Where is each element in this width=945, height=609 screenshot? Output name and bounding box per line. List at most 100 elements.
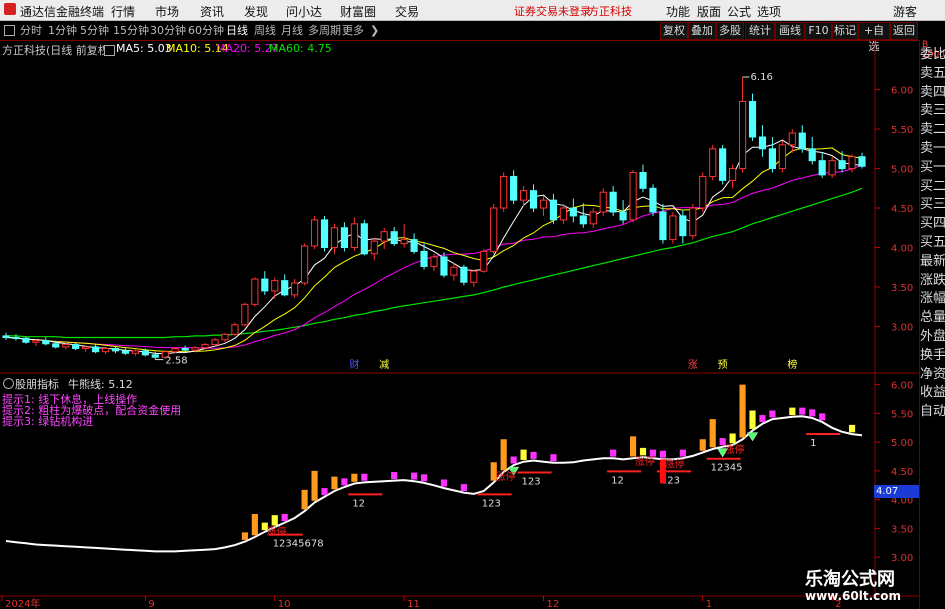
period-tab-8[interactable]: 月线 [281, 23, 303, 38]
period-tab-10[interactable]: 更多 [342, 23, 364, 38]
toolbar-button-5[interactable]: F10 [805, 22, 832, 40]
candle-body [360, 223, 368, 255]
period-tab-2[interactable]: 5分钟 [80, 23, 109, 38]
menu-right-item-4[interactable]: 游客 [893, 3, 917, 20]
side-panel-item-6[interactable]: 买一 [920, 159, 945, 177]
side-panel-item-16[interactable]: 换手 [920, 347, 945, 365]
toolbar-button-2[interactable]: 多股 [716, 22, 744, 40]
count-label-3: 123 [522, 477, 541, 488]
candle-body [699, 175, 707, 209]
side-panel-item-15[interactable]: 外盘 [920, 328, 945, 346]
menu-right-item-1[interactable]: 版面 [697, 3, 721, 20]
candle-body [709, 148, 717, 177]
menu-item-5[interactable]: 财富圈 [340, 3, 376, 20]
limit-up-label-0: 涨停 [267, 525, 287, 538]
side-panel-item-5[interactable]: 卖一 [920, 140, 945, 158]
candle-body [171, 348, 179, 353]
broker-link[interactable]: 方正科技 [588, 3, 632, 19]
candle-body [738, 100, 747, 170]
menu-right-item-3[interactable]: 选项 [757, 3, 781, 20]
event-marker-1[interactable]: 减 [379, 359, 389, 371]
candle-body [510, 175, 518, 201]
side-panel-item-19[interactable]: 自动 [920, 403, 945, 421]
login-warning[interactable]: 证券交易未登录 [514, 3, 591, 19]
candle-body [519, 190, 528, 201]
period-tab-7[interactable]: 周线 [254, 23, 276, 38]
candle-body [301, 245, 309, 284]
side-panel-item-17[interactable]: 净资 [920, 366, 945, 384]
warn-bar [391, 472, 398, 480]
warn-bar [341, 478, 348, 486]
candle-body [211, 339, 219, 346]
signal-bar [789, 407, 796, 416]
side-panel-item-4[interactable]: 卖二 [920, 121, 945, 139]
warn-bar [361, 473, 368, 481]
side-panel-item-7[interactable]: 买二 [920, 178, 945, 196]
toolbar-button-1[interactable]: 叠加 [688, 22, 716, 40]
menu-item-4[interactable]: 问小达 [286, 3, 322, 20]
period-tab-4[interactable]: 30分钟 [150, 23, 186, 38]
more-chevron-icon[interactable]: ❯ [370, 23, 379, 38]
toolbar-toggle-checkbox[interactable] [4, 25, 15, 36]
side-panel-item-13[interactable]: 涨幅 [920, 290, 945, 308]
side-panel-item-14[interactable]: 总量 [920, 309, 945, 327]
candle-body [42, 340, 50, 345]
warn-bar [759, 415, 766, 423]
candle-body [32, 340, 40, 343]
candle-body [858, 156, 866, 167]
side-panel-item-8[interactable]: 买三 [920, 196, 945, 214]
menu-right-item-0[interactable]: 功能 [666, 3, 690, 20]
period-tab-9[interactable]: 多周期 [308, 23, 341, 38]
candle-body [748, 100, 757, 138]
period-tab-6[interactable]: 日线 [226, 23, 248, 38]
signal-bar [251, 514, 258, 536]
candle-body [808, 148, 816, 162]
menu-item-0[interactable]: 行情 [111, 3, 135, 20]
limit-up-label-2: 涨停 [635, 455, 655, 468]
menu-item-3[interactable]: 发现 [244, 3, 268, 20]
candle-body [569, 207, 577, 217]
signal-bar [729, 433, 736, 444]
low-price-label: 2.58 [165, 356, 187, 367]
toolbar-button-0[interactable]: 复权 [660, 22, 688, 40]
candle-body [111, 348, 120, 352]
main-ytick-label: 3.50 [891, 283, 913, 294]
menu-right-item-2[interactable]: 公式 [727, 3, 751, 20]
menu-item-2[interactable]: 资讯 [200, 3, 224, 20]
kline-chart[interactable]: 3.003.504.004.505.005.506.003.003.504.00… [0, 40, 919, 609]
signal-bar [848, 424, 856, 433]
candle-body [121, 350, 130, 354]
event-marker-4[interactable]: 榜 [787, 358, 797, 371]
side-panel-item-3[interactable]: 卖三 [920, 102, 945, 120]
candle-body [101, 348, 110, 353]
period-tab-0[interactable]: 分时 [20, 23, 42, 38]
candle-body [340, 227, 349, 248]
side-panel-item-10[interactable]: 买五 [920, 234, 945, 252]
period-tab-5[interactable]: 60分钟 [188, 23, 224, 38]
toolbar-button-6[interactable]: 标记 [832, 22, 858, 40]
period-tab-3[interactable]: 15分钟 [113, 23, 149, 38]
side-panel-item-12[interactable]: 涨跌 [920, 272, 945, 290]
menu-item-1[interactable]: 市场 [155, 3, 179, 20]
signal-bar [739, 384, 746, 438]
candle-body [559, 207, 567, 221]
event-marker-0[interactable]: 财 [349, 358, 359, 371]
xtick-label-4: 12 [546, 599, 559, 609]
event-marker-2[interactable]: 涨 [688, 359, 698, 371]
period-tab-1[interactable]: 1分钟 [48, 23, 77, 38]
side-panel-item-9[interactable]: 买四 [920, 215, 945, 233]
side-panel-item-2[interactable]: 卖四 [920, 84, 945, 102]
xtick-label-1: 9 [148, 599, 154, 609]
toolbar-button-4[interactable]: 画线 [775, 22, 805, 40]
toolbar-button-3[interactable]: 统计 [745, 22, 775, 40]
side-panel-item-11[interactable]: 最新 [920, 253, 945, 271]
menu-item-6[interactable]: 交易 [395, 3, 419, 20]
toolbar-button-8[interactable]: 返回 [890, 22, 918, 40]
side-panel-item-0[interactable]: 委比 [920, 46, 945, 64]
side-panel-item-18[interactable]: 收益 [920, 384, 945, 402]
signal-bar [709, 419, 716, 448]
side-panel-item-1[interactable]: 卖五 [920, 65, 945, 83]
event-marker-3[interactable]: 预 [718, 359, 728, 371]
toolbar-button-7[interactable]: +自选 [858, 22, 890, 53]
count-label-6: 12345 [711, 463, 743, 474]
